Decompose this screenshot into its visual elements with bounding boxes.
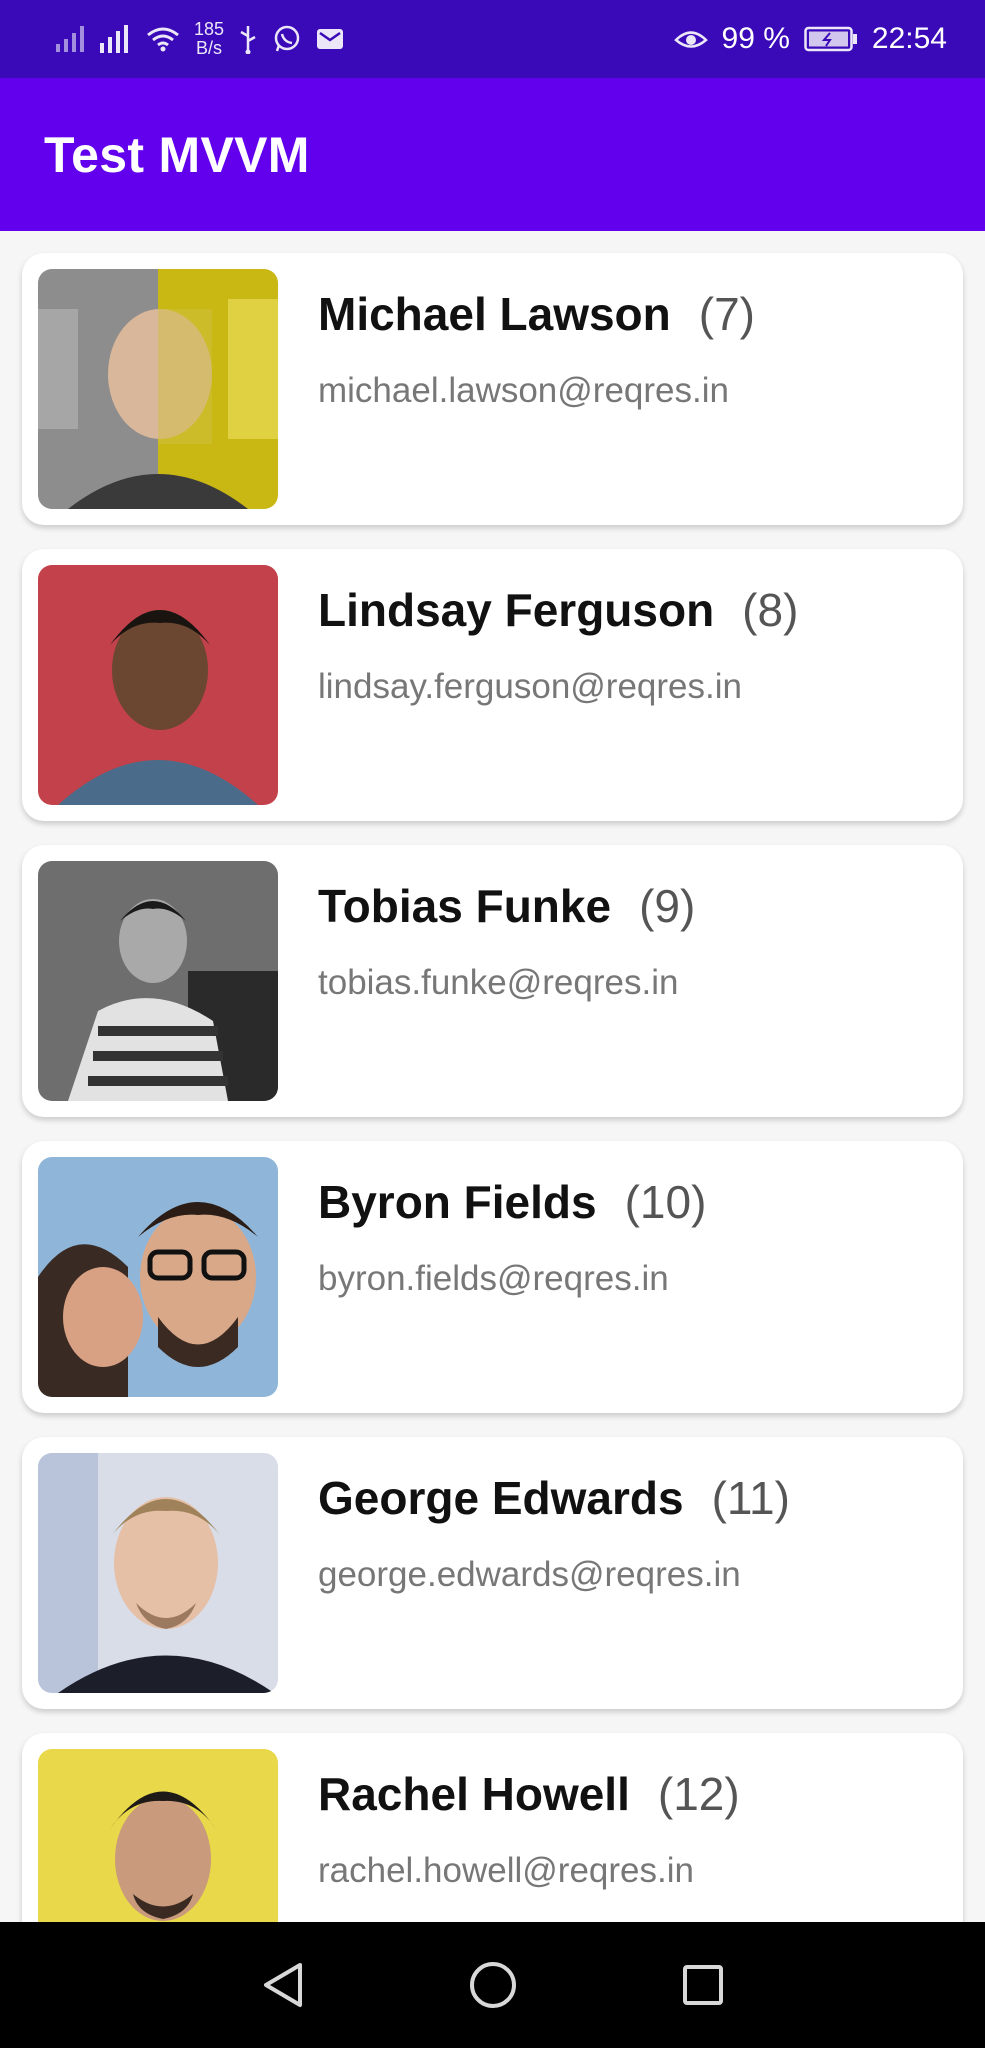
user-card[interactable]: Tobias Funke (9) tobias.funke@reqres.in — [22, 845, 963, 1117]
user-avatar — [38, 1157, 278, 1397]
user-name-row: George Edwards (11) — [318, 1471, 790, 1525]
user-name-row: Michael Lawson (7) — [318, 287, 755, 341]
status-left-group: 185 B/s — [56, 20, 344, 58]
mail-icon — [316, 27, 344, 51]
user-avatar — [38, 269, 278, 509]
recents-icon[interactable] — [673, 1955, 733, 2015]
battery-percent: 99 % — [721, 22, 790, 55]
signal-icon — [100, 25, 132, 53]
user-name: Michael Lawson — [318, 288, 671, 340]
battery-icon — [804, 26, 858, 52]
user-email: lindsay.ferguson@reqres.in — [318, 667, 742, 706]
user-name-row: Lindsay Ferguson (8) — [318, 583, 798, 637]
user-card[interactable]: Rachel Howell (12) rachel.howell@reqres.… — [22, 1733, 963, 1922]
user-avatar — [38, 861, 278, 1101]
net-speed-value: 185 — [194, 19, 225, 39]
user-id: (10) — [624, 1176, 707, 1228]
user-id: (8) — [742, 584, 799, 636]
user-avatar — [38, 565, 278, 805]
user-name-row: Tobias Funke (9) — [318, 879, 695, 933]
signal-icon — [56, 26, 86, 52]
user-email: tobias.funke@reqres.in — [318, 963, 679, 1002]
user-card[interactable]: Michael Lawson (7) michael.lawson@reqres… — [22, 253, 963, 525]
user-card[interactable]: George Edwards (11) george.edwards@reqre… — [22, 1437, 963, 1709]
user-id: (7) — [698, 288, 755, 340]
user-id: (11) — [711, 1472, 790, 1524]
user-name-row: Byron Fields (10) — [318, 1175, 706, 1229]
whatsapp-icon — [272, 24, 302, 54]
home-icon[interactable] — [463, 1955, 523, 2015]
app-title: Test MVVM — [44, 126, 310, 183]
status-bar: 185 B/s 99 % 22:54 — [0, 0, 985, 78]
net-speed-unit: B/s — [196, 38, 223, 58]
wifi-icon — [146, 26, 180, 52]
eye-icon — [673, 27, 708, 51]
usb-icon — [238, 24, 258, 54]
user-name-row: Rachel Howell (12) — [318, 1767, 740, 1821]
status-right-group: 99 % 22:54 — [673, 22, 947, 56]
user-avatar — [38, 1749, 278, 1922]
user-id: (9) — [639, 880, 696, 932]
user-email: george.edwards@reqres.in — [318, 1555, 741, 1594]
user-card[interactable]: Byron Fields (10) byron.fields@reqres.in — [22, 1141, 963, 1413]
user-name: George Edwards — [318, 1472, 684, 1524]
user-name: Rachel Howell — [318, 1768, 630, 1820]
navigation-bar — [0, 1922, 985, 2048]
user-name: Tobias Funke — [318, 880, 612, 932]
user-email: michael.lawson@reqres.in — [318, 371, 729, 410]
clock: 22:54 — [871, 22, 947, 55]
user-name: Lindsay Ferguson — [318, 584, 715, 636]
app-bar: Test MVVM — [0, 78, 985, 231]
user-email: rachel.howell@reqres.in — [318, 1851, 694, 1890]
back-icon[interactable] — [253, 1955, 313, 2015]
user-avatar — [38, 1453, 278, 1693]
user-name: Byron Fields — [318, 1176, 597, 1228]
user-list[interactable]: Michael Lawson (7) michael.lawson@reqres… — [0, 231, 985, 1922]
user-id: (12) — [657, 1768, 740, 1820]
net-speed: 185 B/s — [194, 20, 224, 58]
user-email: byron.fields@reqres.in — [318, 1259, 669, 1298]
user-card[interactable]: Lindsay Ferguson (8) lindsay.ferguson@re… — [22, 549, 963, 821]
